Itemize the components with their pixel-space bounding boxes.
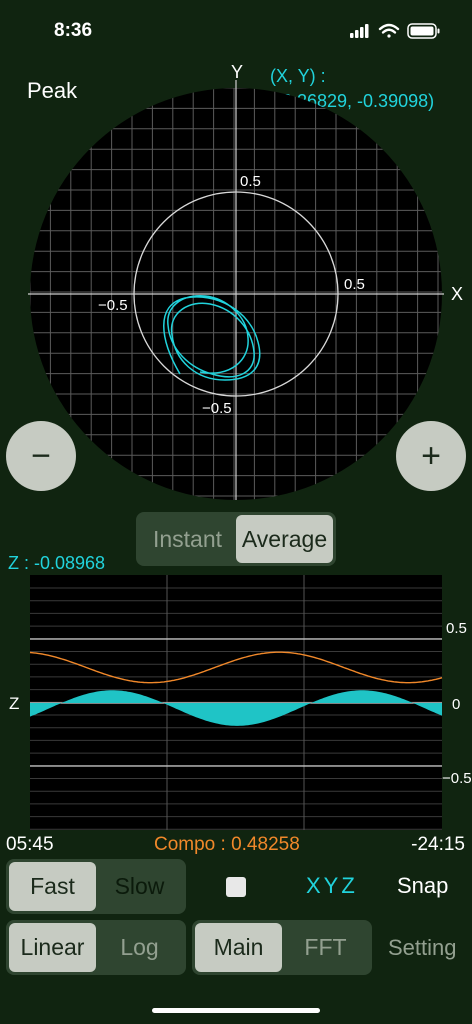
scale-segmented-control: Linear Log <box>6 920 186 975</box>
compo-readout: Compo : 0.48258 <box>154 834 300 855</box>
status-icons <box>350 22 442 45</box>
strip-tick-0.5: 0.5 <box>446 620 467 637</box>
signal-icon <box>350 24 369 38</box>
fft-option[interactable]: FFT <box>282 923 369 972</box>
strip-axis-label: Z <box>9 694 20 713</box>
time-start: 05:45 <box>6 834 54 855</box>
battery-icon <box>407 23 440 39</box>
home-indicator <box>152 1008 320 1013</box>
time-end: -24:15 <box>411 834 465 855</box>
tick-right: 0.5 <box>344 276 365 293</box>
view-segmented-control: Main FFT <box>192 920 372 975</box>
strip-chart: 0.5 0 −0.5 <box>29 575 472 830</box>
strip-tick-neg0.5: −0.5 <box>442 770 472 787</box>
axis-y-label: Y <box>231 62 244 82</box>
log-option[interactable]: Log <box>96 923 183 972</box>
zoom-in-button[interactable]: + <box>396 421 466 491</box>
tick-bottom: −0.5 <box>202 400 232 417</box>
setting-button[interactable]: Setting <box>388 935 457 961</box>
linear-option[interactable]: Linear <box>9 923 96 972</box>
status-time: 8:36 <box>54 20 93 41</box>
strip-tick-0: 0 <box>452 696 460 713</box>
tick-left: −0.5 <box>98 297 128 314</box>
axis-x-label: X <box>451 284 464 304</box>
main-option[interactable]: Main <box>195 923 282 972</box>
tick-top: 0.5 <box>240 173 261 190</box>
snap-button[interactable]: Snap <box>397 873 448 899</box>
slow-option[interactable]: Slow <box>96 862 183 911</box>
wifi-icon <box>378 23 400 38</box>
average-option[interactable]: Average <box>236 515 333 563</box>
fast-option[interactable]: Fast <box>9 862 96 911</box>
averaging-segmented-control: Instant Average <box>136 512 336 566</box>
z-readout: Z : -0.08968 <box>8 553 106 573</box>
zoom-out-button[interactable]: − <box>6 421 76 491</box>
speed-segmented-control: Fast Slow <box>6 859 186 914</box>
xyz-label[interactable]: XYZ <box>306 873 358 899</box>
xyz-checkbox[interactable] <box>226 877 246 897</box>
instant-option[interactable]: Instant <box>139 515 236 563</box>
